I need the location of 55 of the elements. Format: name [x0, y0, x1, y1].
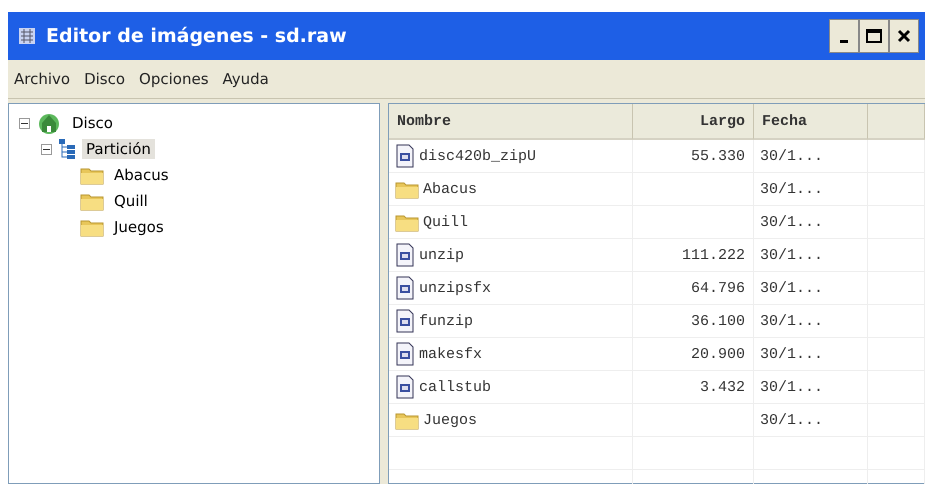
maximize-icon	[866, 29, 882, 43]
file-name[interactable]: funzip	[419, 312, 474, 330]
file-name[interactable]: unzip	[419, 246, 464, 264]
menu-item[interactable]: Archivo	[14, 70, 70, 88]
table-cell: 30/1...	[754, 272, 868, 305]
close-icon	[897, 29, 911, 43]
table-cell: 30/1...	[754, 140, 868, 173]
file-name[interactable]: Abacus	[423, 180, 478, 198]
table-cell: 3.432	[633, 371, 754, 404]
document-icon	[395, 276, 415, 300]
table-cell: 20.900	[633, 338, 754, 371]
maximize-button[interactable]	[859, 19, 889, 53]
tree-item[interactable]: Abacus	[110, 165, 173, 185]
table-cell: 30/1...	[754, 371, 868, 404]
minimize-button[interactable]	[829, 19, 859, 53]
document-icon	[395, 375, 415, 399]
file-name[interactable]: callstub	[419, 378, 492, 396]
file-name[interactable]: unzipsfx	[419, 280, 492, 296]
house-icon	[36, 111, 62, 135]
tree-item[interactable]: Quill	[110, 191, 152, 211]
table-cell: 30/1...	[754, 404, 868, 437]
file-name[interactable]: Quill	[423, 214, 468, 230]
tree-item[interactable]: Juegos	[110, 217, 168, 237]
document-icon	[395, 243, 415, 267]
column-header[interactable]: Nombre	[389, 104, 633, 140]
table-cell: 36.100	[633, 305, 754, 338]
table-cell: 111.222	[633, 239, 754, 272]
tree-item[interactable]: Partición	[82, 139, 155, 159]
collapse-toggle[interactable]	[41, 144, 52, 154]
table-cell: 64.796	[633, 272, 754, 305]
menu-item[interactable]: Opciones	[139, 70, 209, 88]
column-header[interactable]: Largo	[633, 104, 754, 140]
table-cell: 30/1...	[754, 206, 868, 239]
table-cell: 30/1...	[754, 338, 868, 371]
column-header[interactable]: Fecha	[754, 104, 868, 140]
menu-item[interactable]: Ayuda	[222, 70, 269, 88]
close-button[interactable]	[889, 19, 919, 53]
table-cell: 55.330	[633, 140, 754, 173]
table-cell	[868, 140, 925, 173]
table-cell: 30/1...	[754, 305, 868, 338]
window-title: Editor de imágenes - sd.raw	[46, 25, 348, 47]
menu-item[interactable]: Disco	[84, 70, 126, 88]
tree-structure-icon	[58, 138, 76, 160]
table-cell: 30/1...	[754, 239, 868, 272]
file-name[interactable]: Juegos	[423, 412, 478, 428]
file-name[interactable]: makesfx	[419, 346, 482, 362]
collapse-toggle[interactable]	[19, 118, 30, 128]
file-name[interactable]: disc420b_zipU	[419, 148, 536, 164]
document-icon	[395, 309, 415, 333]
document-icon	[395, 342, 415, 366]
document-icon	[395, 144, 415, 168]
minimize-icon	[840, 40, 848, 42]
app-icon	[18, 27, 36, 45]
tree-item[interactable]: Disco	[68, 113, 117, 133]
table-cell: 30/1...	[754, 173, 868, 206]
